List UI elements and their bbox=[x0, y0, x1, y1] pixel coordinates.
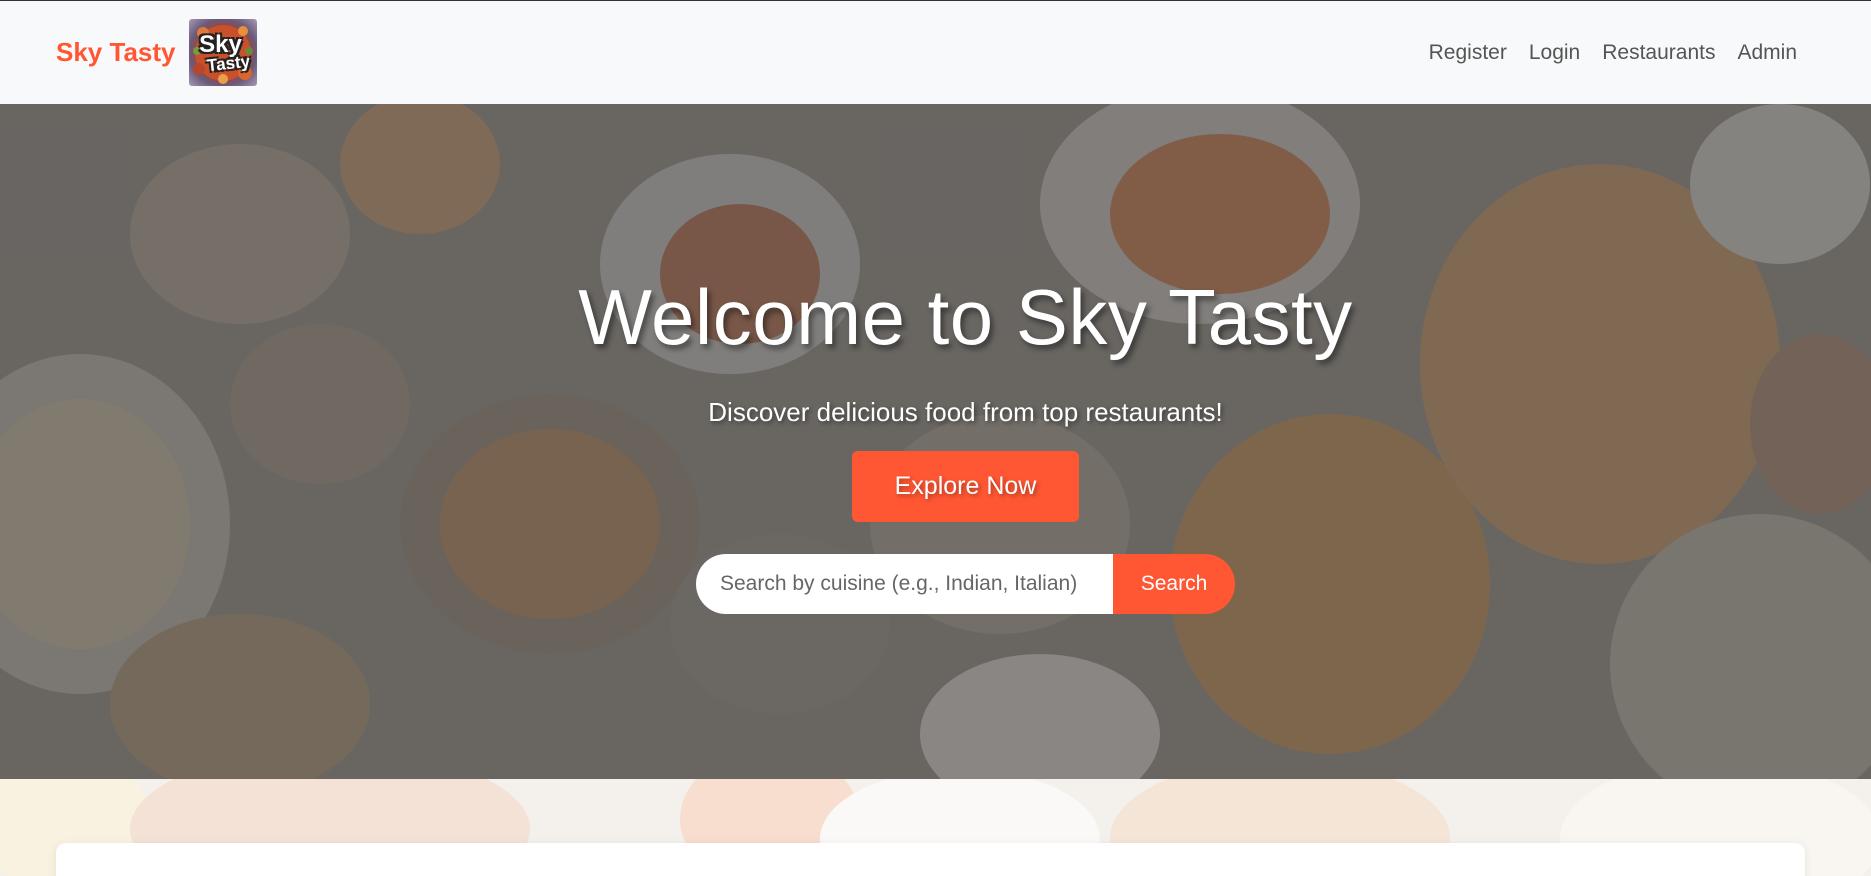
hero-title: Welcome to Sky Tasty bbox=[578, 273, 1353, 361]
explore-now-button[interactable]: Explore Now bbox=[852, 451, 1079, 522]
navbar: Sky Tasty Sky Tasty Register Login Resta… bbox=[0, 1, 1871, 104]
cuisine-search-input[interactable] bbox=[696, 554, 1113, 614]
brand-link[interactable]: Sky Tasty Sky Tasty bbox=[56, 19, 258, 86]
search-button[interactable]: Search bbox=[1113, 554, 1235, 614]
hero-section: Welcome to Sky Tasty Discover delicious … bbox=[0, 104, 1871, 779]
hero-subtitle: Discover delicious food from top restaur… bbox=[708, 397, 1223, 427]
logo-text-tasty: Tasty bbox=[206, 51, 251, 75]
nav-login-link[interactable]: Login bbox=[1529, 41, 1580, 65]
content-card bbox=[56, 843, 1805, 876]
content-section bbox=[0, 779, 1871, 876]
nav-admin-link[interactable]: Admin bbox=[1737, 41, 1797, 65]
cuisine-search-form: Search bbox=[696, 554, 1235, 614]
brand-logo: Sky Tasty bbox=[189, 19, 258, 86]
brand-name: Sky Tasty bbox=[56, 37, 176, 67]
hero-content: Welcome to Sky Tasty Discover delicious … bbox=[0, 104, 1871, 779]
nav-register-link[interactable]: Register bbox=[1429, 41, 1507, 65]
nav-links: Register Login Restaurants Admin bbox=[1429, 41, 1797, 65]
nav-restaurants-link[interactable]: Restaurants bbox=[1602, 41, 1715, 65]
